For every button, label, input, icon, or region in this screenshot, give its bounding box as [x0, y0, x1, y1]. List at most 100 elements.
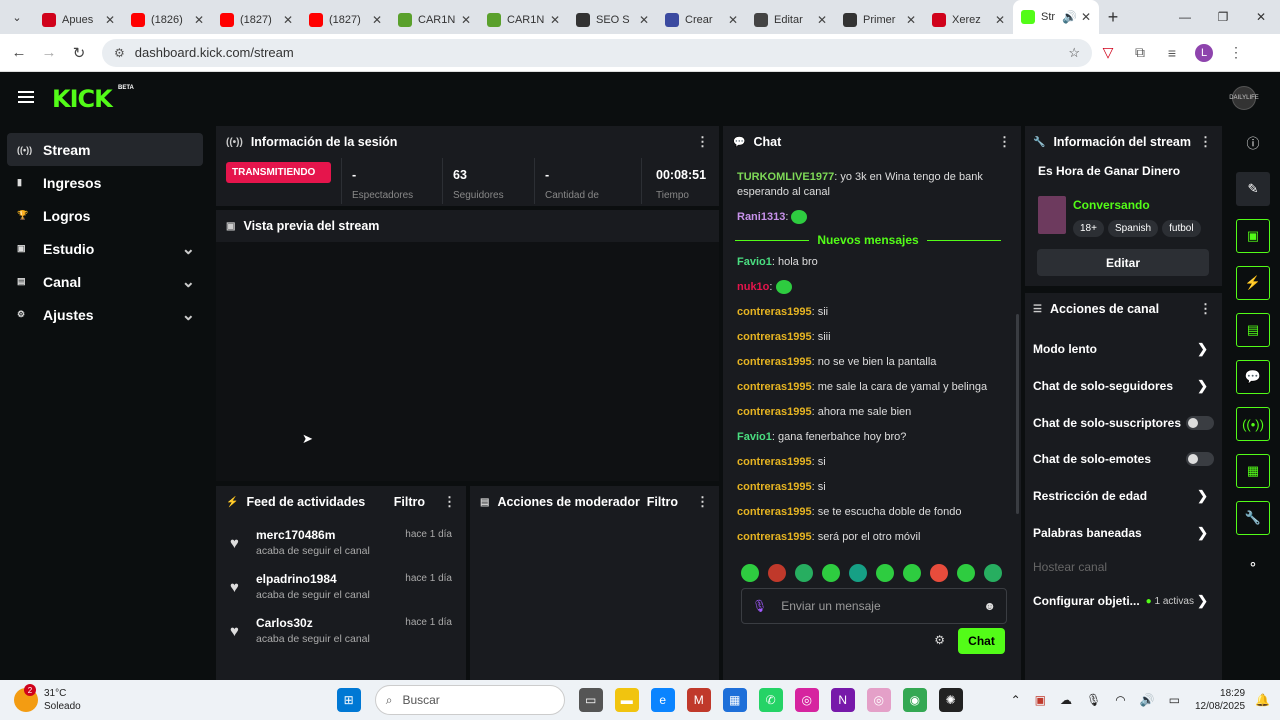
browser-tab[interactable]: (1827) ✕ — [212, 6, 301, 34]
minimize-button[interactable]: — — [1166, 0, 1204, 34]
channel-action-item[interactable]: Palabras baneadas ❯ — [1025, 514, 1222, 551]
channel-actions-menu-icon[interactable]: ⋮ — [1199, 301, 1212, 317]
reload-button[interactable]: ↻ — [64, 44, 94, 62]
chatgpt-icon[interactable]: ✺ — [938, 688, 963, 712]
feed-filter-button[interactable]: Filtro — [394, 495, 425, 509]
chat-username[interactable]: contreras1995 — [737, 306, 812, 318]
channel-action-item[interactable]: Chat de solo-emotes — [1025, 441, 1222, 478]
layout-toggle-icon[interactable]: ▦ — [1236, 454, 1270, 488]
user-avatar[interactable]: DAILYLIFE — [1229, 86, 1259, 110]
stream-tag[interactable]: Spanish — [1107, 220, 1159, 237]
toggle-switch[interactable] — [1186, 415, 1214, 430]
chat-username[interactable]: contreras1995 — [737, 531, 812, 543]
close-tab-icon[interactable]: ✕ — [639, 13, 649, 27]
emote-icon[interactable] — [795, 564, 813, 582]
extension-icon[interactable]: ▽ — [1092, 44, 1124, 61]
task-view-icon[interactable]: ▭ — [578, 688, 603, 712]
chat-menu-icon[interactable]: ⋮ — [998, 134, 1011, 150]
sidebar-item-stream[interactable]: ((•)) Stream — [7, 133, 203, 166]
sidebar-item-ingresos[interactable]: ▮ Ingresos — [7, 166, 203, 199]
close-tab-icon[interactable]: ✕ — [105, 13, 115, 27]
chat-scrollbar[interactable] — [1016, 314, 1019, 514]
browser-tab[interactable]: Crear ✕ — [657, 6, 746, 34]
chat-username[interactable]: contreras1995 — [737, 506, 812, 518]
store-icon[interactable]: ▦ — [722, 688, 747, 712]
broadcast-toggle-icon[interactable]: ((•)) — [1236, 407, 1270, 441]
close-window-button[interactable]: ✕ — [1242, 0, 1280, 34]
browser-tab[interactable]: Primer ✕ — [835, 6, 924, 34]
chat-username[interactable]: contreras1995 — [737, 331, 812, 343]
sidebar-item-logros[interactable]: 🏆 Logros — [7, 199, 203, 232]
browser-tab[interactable]: (1826) ✕ — [123, 6, 212, 34]
emote-icon[interactable] — [822, 564, 840, 582]
chat-username[interactable]: contreras1995 — [737, 481, 812, 493]
chat-username[interactable]: TURKOMLIVE1977 — [737, 171, 834, 183]
emote-icon[interactable] — [984, 564, 1002, 582]
whatsapp-icon[interactable]: ✆ — [758, 688, 783, 712]
session-menu-icon[interactable]: ⋮ — [696, 134, 709, 150]
weather-widget[interactable]: 31°C Soleado — [44, 687, 81, 713]
moderator-menu-icon[interactable]: ⋮ — [696, 494, 709, 510]
browser-tab[interactable]: Apues ✕ — [34, 6, 123, 34]
address-bar[interactable]: ⚙ dashboard.kick.com/stream ☆ — [102, 38, 1092, 67]
close-tab-icon[interactable]: ✕ — [728, 13, 738, 27]
audio-icon[interactable]: 🔊 — [1062, 10, 1077, 24]
browser-menu-icon[interactable]: ⋮ — [1220, 44, 1252, 61]
close-tab-icon[interactable]: ✕ — [995, 13, 1005, 27]
volume-icon[interactable]: 🔊 — [1140, 693, 1155, 707]
stream-info-menu-icon[interactable]: ⋮ — [1199, 134, 1212, 150]
close-tab-icon[interactable]: ✕ — [194, 13, 204, 27]
chat-input[interactable]: 🎙 Enviar un mensaje ☻ — [741, 588, 1007, 624]
chrome-icon[interactable]: ◉ — [902, 688, 927, 712]
new-tab-button[interactable]: + — [1099, 7, 1127, 28]
stream-category[interactable]: Conversando — [1073, 198, 1150, 212]
toggle-switch[interactable] — [1186, 452, 1214, 467]
chat-username[interactable]: contreras1995 — [737, 456, 812, 468]
edge-icon[interactable]: e — [650, 688, 675, 712]
emote-icon[interactable] — [903, 564, 921, 582]
chat-username[interactable]: nuk1o — [737, 281, 769, 293]
close-tab-icon[interactable]: ✕ — [461, 13, 471, 27]
emote-icon[interactable] — [768, 564, 786, 582]
emoji-picker-icon[interactable]: ☻ — [983, 599, 996, 613]
emote-icon[interactable] — [930, 564, 948, 582]
browser-tab[interactable]: CAR1N ✕ — [479, 6, 568, 34]
notification-bell-icon[interactable]: 🔔 — [1255, 693, 1270, 707]
taskbar-search[interactable]: ⌕ Buscar — [374, 685, 565, 715]
media-control-icon[interactable]: ≡ — [1156, 45, 1188, 61]
kick-logo[interactable]: KICK — [52, 85, 113, 113]
emote-icon[interactable] — [849, 564, 867, 582]
send-chat-button[interactable]: Chat — [958, 628, 1005, 654]
close-tab-icon[interactable]: ✕ — [283, 13, 293, 27]
stream-tag[interactable]: 18+ — [1073, 220, 1104, 237]
edit-pencil-icon[interactable]: ✎ — [1236, 172, 1270, 206]
chat-toggle-icon[interactable]: 💬 — [1236, 360, 1270, 394]
chat-username[interactable]: Favio1 — [737, 431, 772, 443]
chat-username[interactable]: contreras1995 — [737, 406, 812, 418]
hamburger-menu-icon[interactable] — [18, 91, 34, 103]
mic-tray-icon[interactable]: 🎙 — [1086, 693, 1101, 707]
browser-tab[interactable]: (1827) ✕ — [301, 6, 390, 34]
close-tab-icon[interactable]: ✕ — [372, 13, 382, 27]
microphone-icon[interactable]: 🎙 — [752, 599, 767, 613]
emote-icon[interactable] — [741, 564, 759, 582]
instagram-alt-icon[interactable]: ◎ — [866, 688, 891, 712]
profile-avatar[interactable]: L — [1195, 43, 1213, 62]
emote-icon[interactable] — [957, 564, 975, 582]
channel-action-item[interactable]: Restricción de edad ❯ — [1025, 478, 1222, 515]
channel-action-item[interactable]: Chat de solo-seguidores ❯ — [1025, 368, 1222, 405]
document-toggle-icon[interactable]: ▤ — [1236, 313, 1270, 347]
browser-tab[interactable]: SEO S ✕ — [568, 6, 657, 34]
file-explorer-icon[interactable]: ▬ — [614, 688, 639, 712]
sidebar-item-ajustes[interactable]: ⚙ Ajustes ⌄ — [7, 298, 203, 331]
close-tab-icon[interactable]: ✕ — [817, 13, 827, 27]
forward-button[interactable]: → — [34, 44, 64, 61]
site-info-icon[interactable]: ⚙ — [114, 46, 125, 60]
edit-stream-button[interactable]: Editar — [1037, 249, 1209, 276]
tray-chevron-icon[interactable]: ⌃ — [1011, 693, 1021, 707]
emote-icon[interactable] — [876, 564, 894, 582]
back-button[interactable]: ← — [4, 44, 34, 61]
channel-action-item[interactable]: Modo lento ❯ — [1025, 331, 1222, 368]
wrench-toggle-icon[interactable]: 🔧 — [1236, 501, 1270, 535]
channel-action-item[interactable]: Chat de solo-suscriptores — [1025, 404, 1222, 441]
